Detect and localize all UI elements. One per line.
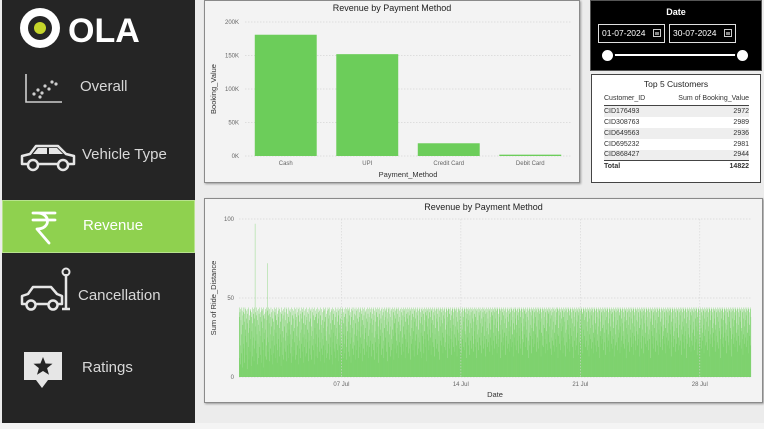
x-tick-label: Credit Card (433, 161, 464, 167)
top-customers-table: Customer_ID Sum of Booking_Value CID1764… (604, 93, 749, 172)
x-tick-label: 28 Jul (692, 382, 708, 388)
sidebar-item-overall[interactable]: Overall (2, 60, 195, 116)
table-row[interactable]: CID308763 2989 (604, 117, 749, 128)
sidebar: OLA Overall Vehicle Type Revenue Cancell… (2, 0, 195, 423)
slider-end-handle[interactable] (735, 48, 750, 63)
y-tick-label: 100 (224, 217, 235, 223)
end-date-input[interactable]: 30-07-2024 (669, 24, 736, 43)
payment-method-bar-chart: 0K 50K 100K 150K 200K Cash UPI Credit Card Debit… (209, 20, 571, 179)
column-header-booking-value[interactable]: Sum of Booking_Value (657, 93, 749, 106)
y-tick-label: 0K (232, 154, 239, 160)
footer-strip (0, 423, 764, 429)
sidebar-item-label: Vehicle Type (82, 146, 167, 163)
y-tick-label: 150K (225, 54, 239, 60)
bar (417, 143, 480, 156)
x-tick-label: 14 Jul (453, 382, 469, 388)
start-date-input[interactable]: 01-07-2024 (598, 24, 665, 43)
sidebar-item-label: Revenue (83, 217, 144, 234)
y-tick-label: 100K (225, 87, 239, 93)
y-tick-label: 50K (228, 121, 239, 127)
sidebar-item-vehicle-type[interactable]: Vehicle Type (2, 128, 195, 184)
car-cancel-icon (18, 266, 74, 314)
booking-value-cell: 2989 (733, 118, 749, 126)
customer-id-cell: CID308763 (604, 118, 640, 126)
y-axis-title: Booking_Value (209, 64, 218, 114)
sidebar-item-cancellation[interactable]: Cancellation (2, 266, 195, 322)
scatter-chart-icon (18, 68, 74, 108)
total-value: 14822 (657, 160, 749, 172)
slider-start-handle[interactable] (600, 48, 615, 63)
customer-id-cell: CID649563 (604, 127, 658, 139)
x-tick-label: UPI (362, 161, 372, 167)
date-range-slider[interactable] (607, 54, 743, 56)
sidebar-item-label: Ratings (82, 359, 133, 376)
sidebar-item-ratings[interactable]: Ratings (2, 340, 195, 396)
dashboard: OLA Overall Vehicle Type Revenue Cancell… (0, 0, 764, 429)
y-axis-title: Sum of Ride_Distance (209, 261, 218, 336)
calendar-icon[interactable] (724, 29, 732, 37)
ride-distance-bar-chart: 0 50 100 07 Jul 14 Jul 21 Jul 28 Jul Date Sum of… (209, 217, 752, 399)
table-row[interactable]: CID649563 2936 (604, 127, 749, 139)
x-tick-label: 07 Jul (333, 382, 349, 388)
star-icon (22, 350, 78, 390)
calendar-icon[interactable] (653, 29, 661, 37)
sidebar-item-revenue[interactable]: Revenue (2, 200, 195, 253)
customer-id-cell: CID695232 (604, 140, 640, 148)
bar (336, 54, 399, 156)
x-tick-label: Cash (279, 161, 293, 167)
table-row[interactable]: CID176493 2972 (604, 105, 749, 117)
payment-method-chart-card: Revenue by Payment Method 0K 50K 100K 150K 2… (204, 0, 580, 183)
booking-value-cell: 2944 (657, 149, 749, 161)
table-row[interactable]: CID868427 2944 (604, 149, 749, 161)
total-label: Total (604, 160, 658, 172)
total-row: Total 14822 (604, 160, 749, 172)
car-icon (18, 136, 76, 176)
date-slicer: Date 01-07-2024 30-07-2024 (590, 0, 762, 71)
sidebar-item-label: Overall (80, 78, 128, 95)
y-tick-label: 200K (225, 20, 239, 26)
start-date-value: 01-07-2024 (602, 28, 646, 38)
top-customers-title: Top 5 Customers (643, 79, 709, 89)
x-axis-title: Date (487, 390, 503, 399)
column-header-customer-id[interactable]: Customer_ID (604, 93, 658, 106)
table-row[interactable]: CID695232 2981 (604, 139, 749, 150)
bar (499, 154, 562, 156)
top-customers-card: Top 5 Customers Customer_ID Sum of Booki… (591, 74, 761, 183)
customer-id-cell: CID176493 (604, 105, 658, 117)
x-tick-label: 21 Jul (572, 382, 588, 388)
bar (254, 34, 317, 157)
booking-value-cell: 2936 (657, 127, 749, 139)
sidebar-item-label: Cancellation (78, 287, 161, 304)
x-axis-title: Payment_Method (379, 170, 438, 179)
y-tick-label: 0 (231, 375, 235, 381)
ola-logo[interactable]: OLA (18, 6, 168, 50)
brand-name: OLA (68, 12, 140, 50)
rupee-icon (25, 207, 81, 247)
customer-id-cell: CID868427 (604, 149, 658, 161)
ride-distance-chart-card: Revenue by Payment Method 0 50 100 07 Jul 14… (204, 198, 763, 403)
end-date-value: 30-07-2024 (673, 28, 717, 38)
booking-value-cell: 2972 (657, 105, 749, 117)
y-tick-label: 50 (227, 296, 234, 302)
date-slicer-title: Date (666, 7, 686, 17)
booking-value-cell: 2981 (733, 140, 749, 148)
x-tick-label: Debit Card (516, 161, 545, 167)
